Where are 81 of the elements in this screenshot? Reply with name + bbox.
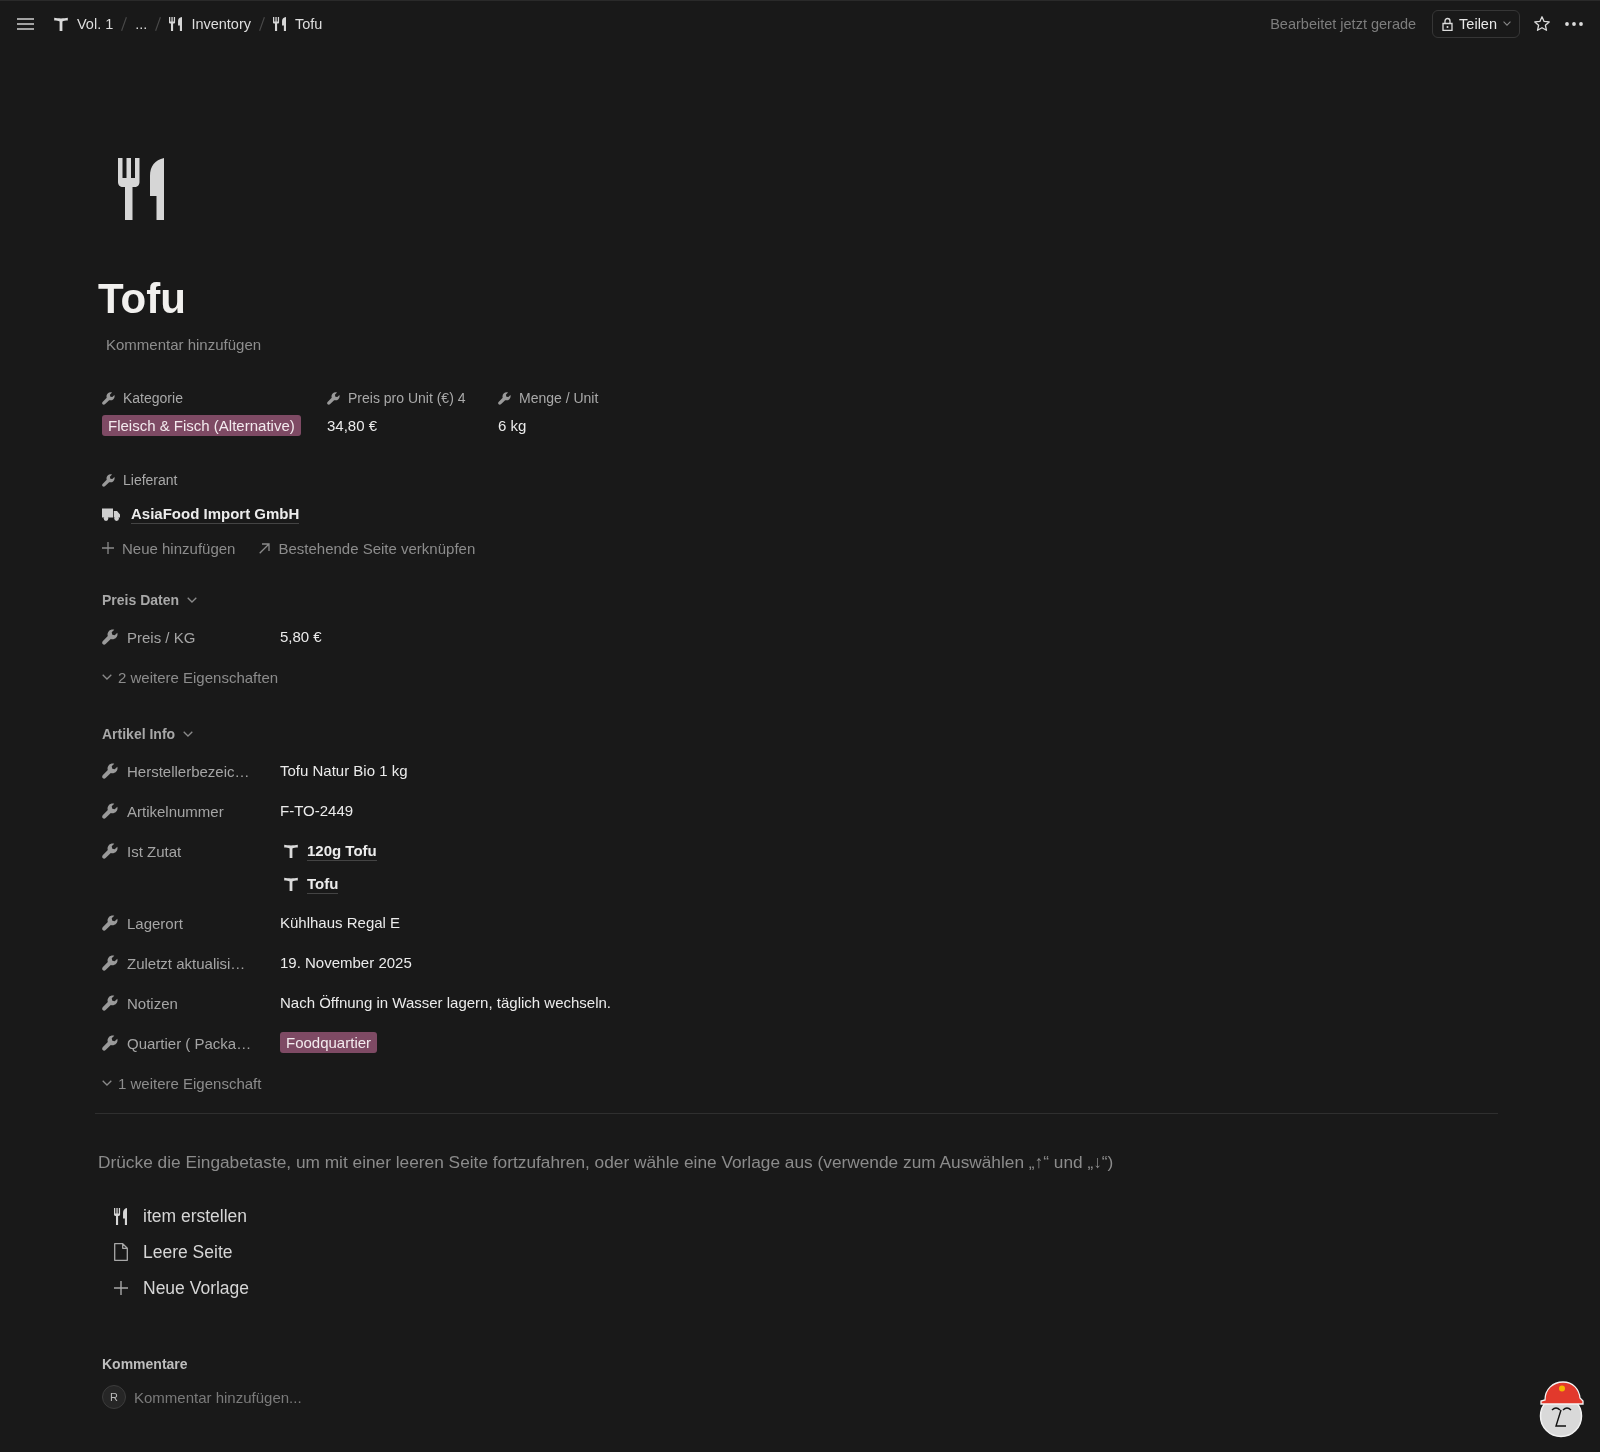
plus-icon: [113, 1281, 128, 1295]
user-avatar: R: [102, 1385, 126, 1409]
breadcrumb-link[interactable]: ...: [131, 11, 152, 36]
wrench-icon: [102, 473, 115, 487]
wrench-icon: [102, 843, 118, 859]
section-toggle[interactable]: Artikel Info: [102, 724, 194, 744]
comments-heading: Kommentare: [102, 1355, 188, 1374]
fork-knife-icon: [118, 158, 164, 220]
star-icon[interactable]: [1534, 15, 1550, 32]
helmet-character-icon[interactable]: [1538, 1379, 1584, 1438]
menu-icon[interactable]: [17, 17, 34, 30]
property-value: 19. November 2025: [280, 953, 412, 973]
select-tag: Foodquartier: [280, 1032, 378, 1053]
wrench-icon: [102, 803, 118, 819]
slash-separator-icon: [155, 16, 162, 31]
wrench-icon: [498, 391, 511, 405]
link-page-button[interactable]: Bestehende Seite verknüpfen: [259, 536, 476, 560]
more-properties-button[interactable]: 1 weitere Eigenschaft: [102, 1071, 262, 1095]
t-shape-icon: [284, 843, 298, 858]
t-shape-icon: [284, 876, 298, 891]
property-label: Preis pro Unit (€) 4: [348, 389, 466, 408]
wrench-icon: [327, 391, 340, 405]
wrench-icon: [102, 629, 118, 645]
property-value: Nach Öffnung in Wasser lagern, täglich wechseln.: [280, 993, 611, 1013]
template-item[interactable]: Neue Vorlage: [98, 1270, 254, 1306]
property-label: Notizen: [127, 994, 178, 1012]
slash-separator-icon: [121, 16, 128, 31]
page-icon: [113, 1243, 128, 1261]
property-value: Tofu Natur Bio 1 kg: [280, 761, 408, 781]
add-new-button[interactable]: Neue hinzufügen: [102, 536, 236, 560]
wrench-icon: [102, 763, 118, 779]
breadcrumb-link[interactable]: Vol. 1: [50, 11, 118, 36]
lock-icon: [1442, 16, 1454, 31]
plus-icon: [102, 542, 114, 554]
property-label: Ist Zutat: [127, 842, 182, 860]
property-label: Lagerort: [127, 914, 183, 932]
property-label: Artikelnummer: [127, 802, 224, 820]
relation-link[interactable]: Tofu: [284, 867, 339, 900]
select-tag: Fleisch & Fisch (Alternative): [102, 415, 301, 436]
add-comment-button[interactable]: Kommentar hinzufügen: [106, 335, 262, 355]
wrench-icon: [102, 391, 115, 405]
template-item[interactable]: Leere Seite: [98, 1234, 237, 1270]
chevron-down-icon: [1503, 21, 1511, 26]
property-label: Herstellerbezeic…: [127, 762, 250, 780]
breadcrumb-link[interactable]: Inventory: [165, 11, 256, 36]
template-item[interactable]: item erstellen: [98, 1198, 252, 1234]
fork-knife-icon: [169, 16, 183, 31]
property-label: Zuletzt aktualisi…: [127, 954, 246, 972]
breadcrumb-link[interactable]: Tofu: [269, 11, 327, 36]
share-button[interactable]: Teilen: [1432, 9, 1520, 38]
fork-knife-icon: [273, 16, 287, 31]
comment-input-field[interactable]: Kommentar hinzufügen...: [134, 1385, 734, 1409]
page-title: Tofu: [98, 274, 186, 324]
wrench-icon: [102, 995, 118, 1011]
property-label: Lieferant: [123, 471, 178, 490]
wrench-icon: [102, 955, 118, 971]
property-label: Preis / KG: [127, 628, 196, 646]
property-label: Quartier ( Packa…: [127, 1034, 252, 1052]
property-value: 5,80 €: [280, 627, 322, 647]
relation-link[interactable]: AsiaFood Import GmbH: [102, 502, 300, 526]
slash-separator-icon: [259, 16, 266, 31]
relation-link[interactable]: 120g Tofu: [284, 834, 377, 867]
wrench-icon: [102, 915, 118, 931]
chevron-down-icon: [102, 674, 112, 680]
property-value: 6 kg: [498, 416, 527, 436]
wrench-icon: [102, 1035, 118, 1051]
t-shape-icon: [54, 16, 68, 31]
more-properties-button[interactable]: 2 weitere Eigenschaften: [102, 665, 279, 689]
truck-icon: [102, 507, 120, 521]
property-label: Menge / Unit: [519, 389, 599, 408]
fork-knife-icon: [114, 1207, 127, 1225]
more-icon[interactable]: [1565, 21, 1583, 26]
property-value: 34,80 €: [327, 416, 378, 436]
chevron-down-icon: [102, 1080, 112, 1086]
section-toggle[interactable]: Preis Daten: [102, 590, 198, 610]
edit-status: Bearbeitet jetzt gerade: [1270, 15, 1417, 32]
template-hint: Drücke die Eingabetaste, um mit einer leeren Seite fortzufahren, oder wähle eine Vorlage aus (verwende zum Auswählen „↑“ und „↓“): [98, 1151, 1114, 1174]
property-value: F-TO-2449: [280, 801, 354, 821]
property-label: Kategorie: [123, 389, 183, 408]
arrow-up-right-icon: [259, 542, 271, 554]
property-value: Kühlhaus Regal E: [280, 913, 401, 933]
